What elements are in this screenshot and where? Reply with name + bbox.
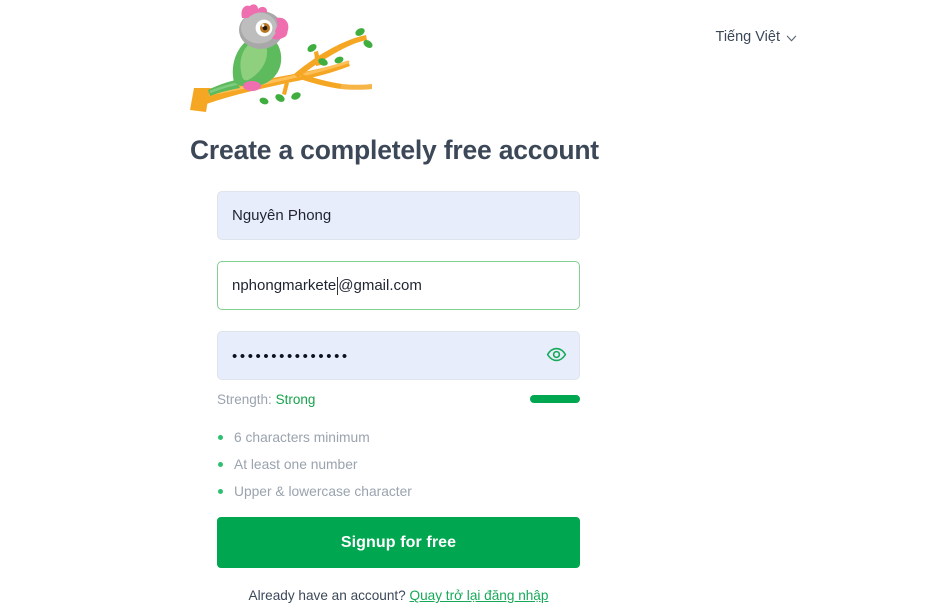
bullet-icon — [218, 462, 223, 468]
bullet-icon — [218, 489, 223, 495]
requirement-label: 6 characters minimum — [234, 430, 370, 446]
language-selector-label: Tiếng Việt — [715, 29, 781, 45]
signup-page: Tiếng Việt Create a completely free acco… — [0, 0, 936, 614]
password-strength-label: Strength: Strong — [217, 392, 315, 407]
password-field-wrapper: ••••••••••••••• — [217, 331, 580, 381]
password-input[interactable]: ••••••••••••••• — [217, 331, 580, 381]
signup-form: Create a completely free account Nguyên … — [190, 135, 750, 603]
list-item: At least one number — [217, 451, 750, 478]
email-input-value-before-caret: nphongmarkete — [232, 277, 337, 295]
bullet-icon — [218, 435, 223, 441]
toggle-password-visibility-button[interactable] — [544, 344, 568, 368]
signup-button[interactable]: Signup for free — [217, 517, 580, 569]
password-input-masked-value: ••••••••••••••• — [232, 348, 350, 366]
password-strength-label-text: Strength: — [217, 391, 272, 407]
eye-icon — [546, 344, 567, 368]
name-input[interactable]: Nguyên Phong — [217, 191, 580, 241]
name-field-wrapper: Nguyên Phong — [217, 191, 580, 241]
password-strength-row: Strength: Strong — [217, 388, 580, 410]
password-strength-bar — [530, 395, 580, 404]
email-input[interactable]: nphongmarkete @gmail.com — [217, 261, 580, 311]
parrot-on-branch-logo — [190, 4, 390, 116]
chevron-down-icon — [786, 33, 797, 44]
email-input-value-after-caret: @gmail.com — [338, 277, 422, 295]
language-selector[interactable]: Tiếng Việt — [716, 30, 798, 45]
email-field-wrapper: nphongmarkete @gmail.com — [217, 261, 580, 311]
list-item: 6 characters minimum — [217, 424, 750, 451]
login-prompt: Already have an account? Quay trở lại đă… — [217, 588, 580, 603]
password-strength-value: Strong — [275, 391, 316, 407]
list-item: Upper & lowercase character — [217, 478, 750, 505]
back-to-login-link[interactable]: Quay trở lại đăng nhập — [410, 588, 549, 603]
page-title: Create a completely free account — [190, 135, 599, 165]
login-prompt-text: Already have an account? — [248, 588, 406, 604]
password-requirements-list: 6 characters minimum At least one number… — [190, 424, 750, 505]
requirement-label: Upper & lowercase character — [234, 484, 412, 500]
requirement-label: At least one number — [234, 457, 358, 473]
name-input-value: Nguyên Phong — [232, 207, 332, 225]
